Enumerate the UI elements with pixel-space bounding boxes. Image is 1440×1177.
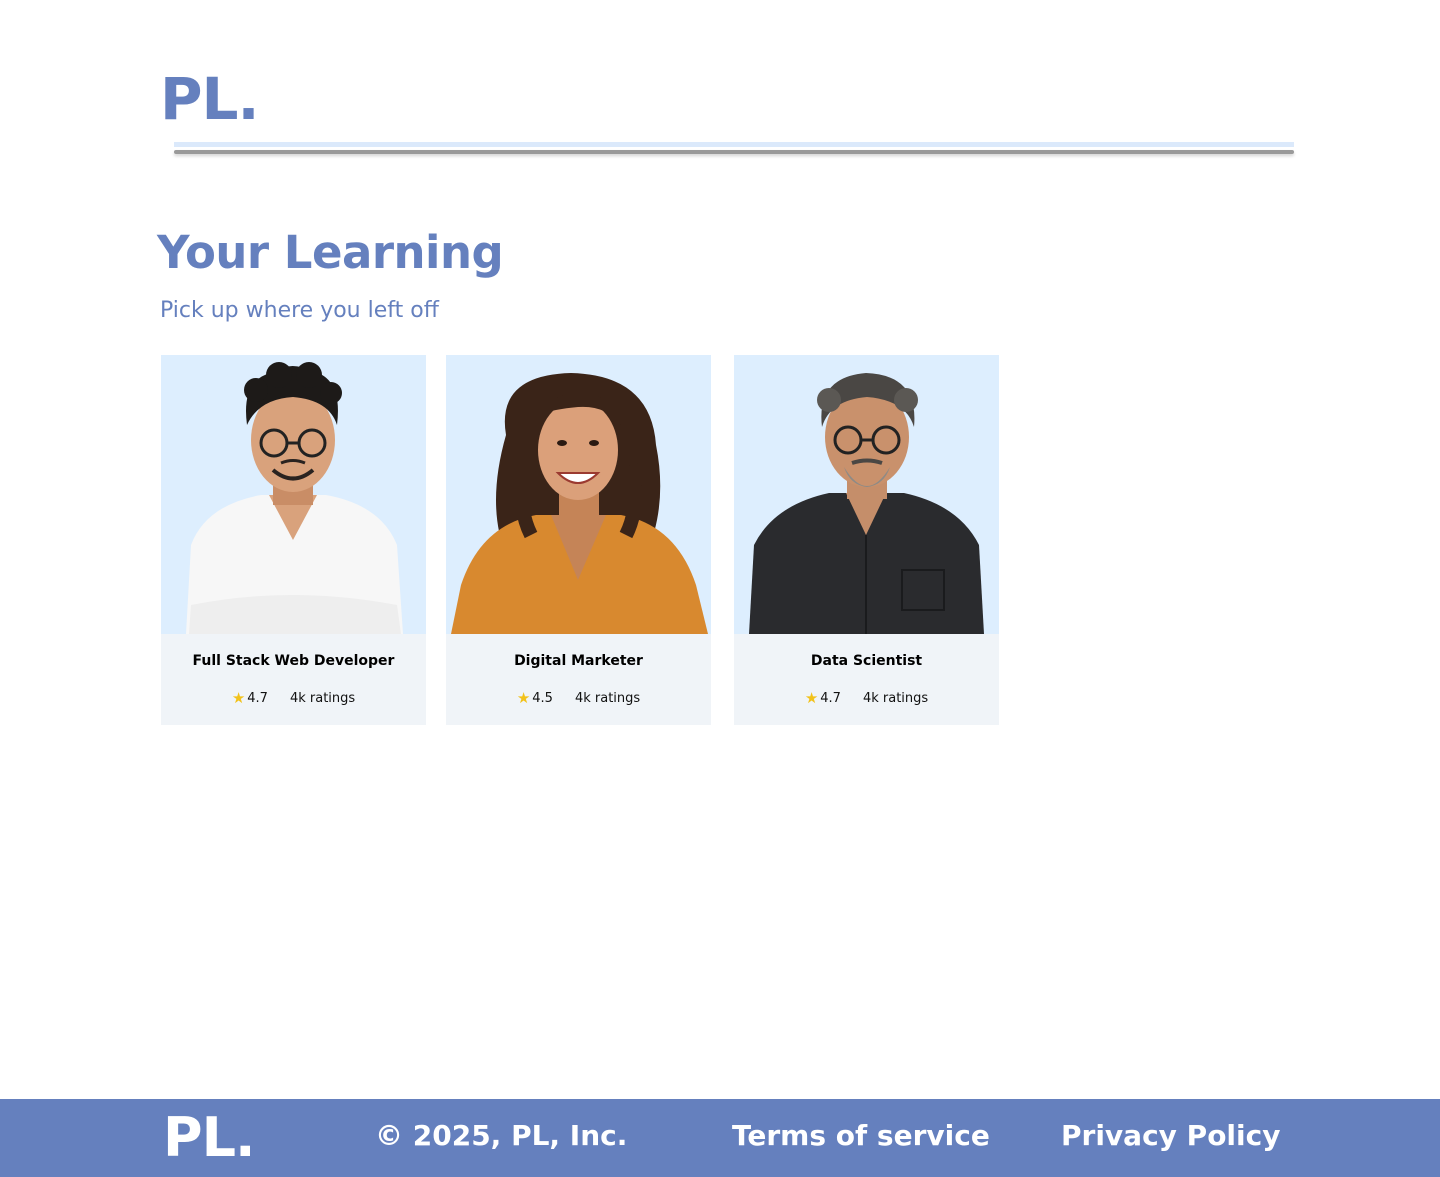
privacy-policy-link[interactable]: Privacy Policy: [1061, 1120, 1280, 1152]
course-ratings-count: 4k ratings: [289, 691, 356, 706]
star-icon: ★: [231, 689, 246, 707]
course-meta: ★ 4.5 4k ratings: [446, 689, 711, 707]
course-title[interactable]: Data Scientist: [734, 653, 999, 669]
instructor-photo: [446, 355, 711, 634]
instructor-photo: [734, 355, 999, 634]
course-meta: ★ 4.7 4k ratings: [734, 689, 999, 707]
course-card[interactable]: Full Stack Web Developer ★ 4.7 4k ratings: [161, 355, 426, 725]
footer: PL. © 2025, PL, Inc. Terms of service Pr…: [0, 1099, 1440, 1177]
footer-logo[interactable]: PL.: [163, 1111, 255, 1165]
course-rating: 4.5: [532, 691, 553, 706]
page-title: Your Learning: [157, 226, 504, 279]
course-card-info: Full Stack Web Developer ★ 4.7 4k ratings: [161, 634, 426, 725]
course-ratings-count: 4k ratings: [574, 691, 641, 706]
instructor-avatar-illustration: [734, 355, 999, 634]
header-divider-shadow: [174, 150, 1294, 154]
page: PL. Your Learning Pick up where you left…: [0, 0, 1440, 1177]
course-title[interactable]: Full Stack Web Developer: [161, 653, 426, 669]
terms-of-service-link[interactable]: Terms of service: [732, 1120, 990, 1152]
course-card-info: Data Scientist ★ 4.7 4k ratings: [734, 634, 999, 725]
header-divider: [174, 142, 1294, 154]
instructor-photo: [161, 355, 426, 634]
course-rating: 4.7: [247, 691, 268, 706]
course-ratings-count: 4k ratings: [862, 691, 929, 706]
footer-copyright: © 2025, PL, Inc.: [375, 1119, 628, 1152]
course-card-info: Digital Marketer ★ 4.5 4k ratings: [446, 634, 711, 725]
header-divider-light: [174, 142, 1294, 147]
instructor-avatar-illustration: [446, 355, 711, 634]
instructor-avatar-illustration: [161, 355, 426, 634]
course-card[interactable]: Digital Marketer ★ 4.5 4k ratings: [446, 355, 711, 725]
course-card[interactable]: Data Scientist ★ 4.7 4k ratings: [734, 355, 999, 725]
course-title[interactable]: Digital Marketer: [446, 653, 711, 669]
star-icon: ★: [804, 689, 819, 707]
site-logo[interactable]: PL.: [160, 70, 259, 128]
page-subtitle: Pick up where you left off: [160, 298, 439, 323]
star-icon: ★: [516, 689, 531, 707]
course-rating: 4.7: [820, 691, 841, 706]
course-meta: ★ 4.7 4k ratings: [161, 689, 426, 707]
